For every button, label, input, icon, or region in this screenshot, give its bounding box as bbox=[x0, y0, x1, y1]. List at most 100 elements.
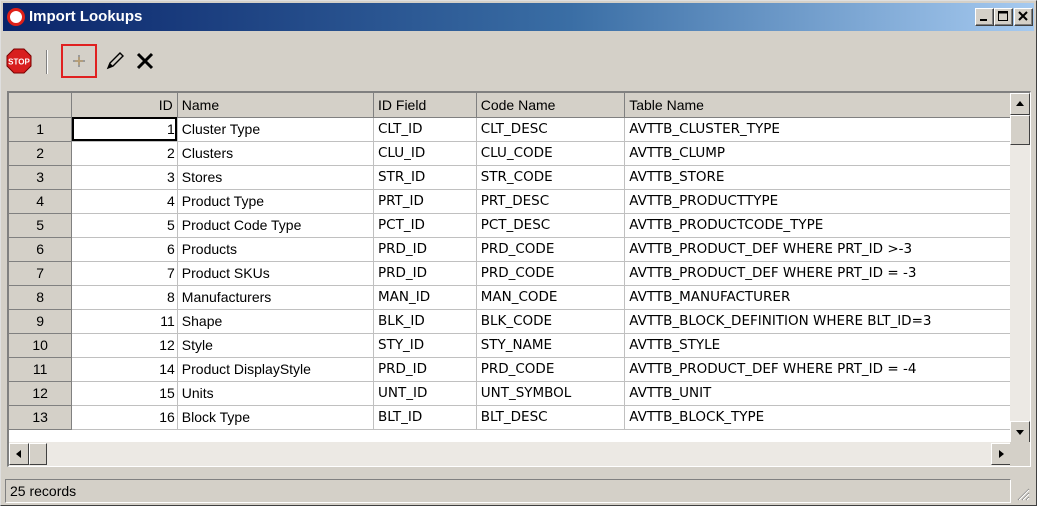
maximize-button[interactable] bbox=[994, 8, 1013, 26]
code-name-cell[interactable]: PRT_DESC bbox=[476, 189, 626, 214]
table-row[interactable]: 11 14 Product DisplayStyle PRD_ID PRD_CODE AV… bbox=[9, 357, 1011, 382]
id-field-cell[interactable]: BLK_ID bbox=[373, 309, 477, 334]
table-name-cell[interactable]: AVTTB_STORE bbox=[624, 165, 1011, 190]
scroll-thumb[interactable] bbox=[1010, 115, 1030, 145]
code-name-cell[interactable]: CLU_CODE bbox=[476, 141, 626, 166]
scroll-right-button[interactable] bbox=[991, 443, 1011, 465]
id-cell[interactable]: 5 bbox=[71, 213, 178, 238]
table-name-cell[interactable]: AVTTB_UNIT bbox=[624, 381, 1011, 406]
name-cell[interactable]: Product Code Type bbox=[177, 213, 375, 238]
row-number-cell[interactable]: 7 bbox=[9, 261, 73, 286]
code-name-cell[interactable]: PCT_DESC bbox=[476, 213, 626, 238]
name-cell[interactable]: Clusters bbox=[177, 141, 375, 166]
name-cell[interactable]: Units bbox=[177, 381, 375, 406]
id-field-cell[interactable]: STY_ID bbox=[373, 333, 477, 358]
row-number-cell[interactable]: 10 bbox=[9, 333, 73, 358]
id-cell[interactable]: 6 bbox=[71, 237, 178, 262]
id-cell[interactable]: 2 bbox=[71, 141, 178, 166]
code-name-cell[interactable]: MAN_CODE bbox=[476, 285, 626, 310]
vertical-scrollbar[interactable] bbox=[1010, 93, 1030, 443]
id-cell[interactable]: 7 bbox=[71, 261, 178, 286]
name-cell[interactable]: Stores bbox=[177, 165, 375, 190]
id-field-cell[interactable]: CLU_ID bbox=[373, 141, 477, 166]
code-name-cell[interactable]: PRD_CODE bbox=[476, 261, 626, 286]
name-cell[interactable]: Manufacturers bbox=[177, 285, 375, 310]
scroll-down-button[interactable] bbox=[1010, 421, 1030, 443]
add-button[interactable] bbox=[61, 44, 97, 78]
table-row[interactable]: 5 5 Product Code Type PCT_ID PCT_DESC AVTTB_P… bbox=[9, 213, 1011, 238]
name-cell[interactable]: Shape bbox=[177, 309, 375, 334]
table-name-cell[interactable]: AVTTB_CLUMP bbox=[624, 141, 1011, 166]
table-row[interactable]: 8 8 Manufacturers MAN_ID MAN_CODE AVTTB_MANUF… bbox=[9, 285, 1011, 310]
id-field-cell[interactable]: PRT_ID bbox=[373, 189, 477, 214]
id-cell[interactable]: 15 bbox=[71, 381, 178, 406]
scroll-up-button[interactable] bbox=[1010, 93, 1030, 115]
id-field-cell[interactable]: STR_ID bbox=[373, 165, 477, 190]
id-cell[interactable]: 4 bbox=[71, 189, 178, 214]
id-field-cell[interactable]: MAN_ID bbox=[373, 285, 477, 310]
row-number-cell[interactable]: 6 bbox=[9, 237, 73, 262]
row-number-cell[interactable]: 11 bbox=[9, 357, 73, 382]
row-number-cell[interactable]: 8 bbox=[9, 285, 73, 310]
name-cell[interactable]: Products bbox=[177, 237, 375, 262]
horizontal-scrollbar[interactable] bbox=[9, 442, 1011, 466]
minimize-button[interactable] bbox=[975, 8, 994, 26]
id-cell[interactable]: 12 bbox=[71, 333, 178, 358]
row-number-cell[interactable]: 2 bbox=[9, 141, 73, 166]
code-name-cell[interactable]: PRD_CODE bbox=[476, 237, 626, 262]
table-row[interactable]: 12 15 Units UNT_ID UNT_SYMBOL AVTTB_UNIT bbox=[9, 381, 1011, 406]
id-field-cell[interactable]: BLT_ID bbox=[373, 405, 477, 430]
column-header-table-name[interactable]: Table Name bbox=[624, 93, 1011, 118]
table-name-cell[interactable]: AVTTB_PRODUCTTYPE bbox=[624, 189, 1011, 214]
resize-grip-icon[interactable] bbox=[1016, 487, 1030, 501]
name-cell[interactable]: Cluster Type bbox=[177, 117, 375, 142]
name-cell[interactable]: Product SKUs bbox=[177, 261, 375, 286]
row-number-cell[interactable]: 9 bbox=[9, 309, 73, 334]
table-row[interactable]: 10 12 Style STY_ID STY_NAME AVTTB_STYLE bbox=[9, 333, 1011, 358]
code-name-cell[interactable]: STY_NAME bbox=[476, 333, 626, 358]
table-row[interactable]: 2 2 Clusters CLU_ID CLU_CODE AVTTB_CLUMP bbox=[9, 141, 1011, 166]
table-row[interactable]: 9 11 Shape BLK_ID BLK_CODE AVTTB_BLOCK_DEFINI… bbox=[9, 309, 1011, 334]
table-name-cell[interactable]: AVTTB_STYLE bbox=[624, 333, 1011, 358]
table-row[interactable]: 3 3 Stores STR_ID STR_CODE AVTTB_STORE bbox=[9, 165, 1011, 190]
row-number-cell[interactable]: 5 bbox=[9, 213, 73, 238]
code-name-cell[interactable]: PRD_CODE bbox=[476, 357, 626, 382]
id-field-cell[interactable]: PCT_ID bbox=[373, 213, 477, 238]
lookups-grid[interactable]: ID Name ID Field Code Name Table Name 11… bbox=[7, 91, 1031, 467]
delete-button[interactable] bbox=[131, 46, 159, 76]
table-row[interactable]: 7 7 Product SKUs PRD_ID PRD_CODE AVTTB_PRODUC… bbox=[9, 261, 1011, 286]
name-cell[interactable]: Block Type bbox=[177, 405, 375, 430]
edit-button[interactable] bbox=[101, 46, 129, 76]
column-header-id[interactable]: ID bbox=[71, 93, 178, 118]
id-field-cell[interactable]: CLT_ID bbox=[373, 117, 477, 142]
row-number-cell[interactable]: 4 bbox=[9, 189, 73, 214]
corner-header[interactable] bbox=[9, 93, 73, 118]
row-number-cell[interactable]: 1 bbox=[9, 117, 73, 142]
code-name-cell[interactable]: STR_CODE bbox=[476, 165, 626, 190]
table-row[interactable]: 4 4 Product Type PRT_ID PRT_DESC AVTTB_PRODUC… bbox=[9, 189, 1011, 214]
table-name-cell[interactable]: AVTTB_PRODUCT_DEF WHERE PRT_ID = -4 bbox=[624, 357, 1011, 382]
code-name-cell[interactable]: BLT_DESC bbox=[476, 405, 626, 430]
table-name-cell[interactable]: AVTTB_CLUSTER_TYPE bbox=[624, 117, 1011, 142]
column-header-name[interactable]: Name bbox=[177, 93, 375, 118]
code-name-cell[interactable]: CLT_DESC bbox=[476, 117, 626, 142]
table-row[interactable]: 1 1 Cluster Type CLT_ID CLT_DESC AVTTB_CLUSTE… bbox=[9, 117, 1011, 142]
row-number-cell[interactable]: 3 bbox=[9, 165, 73, 190]
table-name-cell[interactable]: AVTTB_BLOCK_TYPE bbox=[624, 405, 1011, 430]
name-cell[interactable]: Product DisplayStyle bbox=[177, 357, 375, 382]
name-cell[interactable]: Style bbox=[177, 333, 375, 358]
row-number-cell[interactable]: 13 bbox=[9, 405, 73, 430]
code-name-cell[interactable]: BLK_CODE bbox=[476, 309, 626, 334]
close-button[interactable] bbox=[1014, 8, 1033, 26]
row-number-cell[interactable]: 12 bbox=[9, 381, 73, 406]
id-field-cell[interactable]: PRD_ID bbox=[373, 357, 477, 382]
name-cell[interactable]: Product Type bbox=[177, 189, 375, 214]
id-cell[interactable]: 11 bbox=[71, 309, 178, 334]
table-row[interactable]: 13 16 Block Type BLT_ID BLT_DESC AVTTB_BLOCK_… bbox=[9, 405, 1011, 430]
id-field-cell[interactable]: PRD_ID bbox=[373, 237, 477, 262]
stop-button[interactable]: STOP bbox=[5, 46, 33, 76]
id-cell[interactable]: 16 bbox=[71, 405, 178, 430]
table-row[interactable]: 6 6 Products PRD_ID PRD_CODE AVTTB_PRODUCT_DE… bbox=[9, 237, 1011, 262]
table-name-cell[interactable]: AVTTB_PRODUCT_DEF WHERE PRT_ID = -3 bbox=[624, 261, 1011, 286]
title-bar[interactable]: Import Lookups bbox=[3, 3, 1034, 31]
